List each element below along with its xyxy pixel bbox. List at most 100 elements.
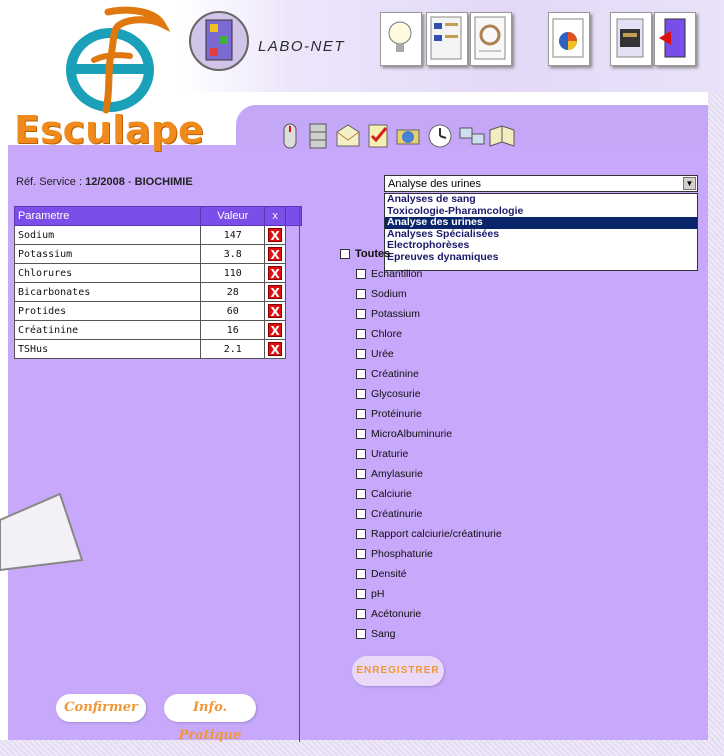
checkbox[interactable] bbox=[356, 389, 366, 400]
checklist-item[interactable]: Urée bbox=[356, 348, 394, 360]
checklist-label: Echantillon bbox=[371, 268, 423, 280]
help-book-icon[interactable] bbox=[488, 122, 516, 150]
checklist-label: Uraturie bbox=[371, 448, 409, 460]
delete-button[interactable]: X bbox=[264, 339, 286, 359]
checkbox[interactable] bbox=[356, 509, 366, 520]
checkbox[interactable] bbox=[356, 329, 366, 340]
table-header-row: Parametre Valeur x bbox=[13, 206, 303, 226]
chip-button[interactable] bbox=[610, 12, 652, 66]
checklist-label: MicroAlbuminurie bbox=[371, 428, 453, 440]
checklist-item[interactable]: Protéinurie bbox=[356, 408, 422, 420]
select-all-checkbox[interactable]: Toutes bbox=[340, 248, 390, 260]
right-border bbox=[708, 92, 724, 756]
analysis-option[interactable]: Toxicologie-Pharamcologie bbox=[385, 206, 697, 218]
param-value: 110 bbox=[200, 263, 266, 283]
select-all-label: Toutes bbox=[355, 248, 391, 260]
param-name: TSHus bbox=[13, 339, 202, 359]
analysis-dropdown: Analyses de sang Toxicologie-Pharamcolog… bbox=[384, 193, 698, 271]
folder-network-icon[interactable] bbox=[394, 122, 422, 150]
confirm-button[interactable]: Confirmer bbox=[56, 694, 146, 722]
mail-icon[interactable] bbox=[334, 122, 362, 150]
analysis-select[interactable]: Analyse des urines ▼ bbox=[384, 175, 698, 192]
checkbox[interactable] bbox=[356, 349, 366, 360]
pie-chart-button[interactable] bbox=[548, 12, 590, 66]
labo-net-icon[interactable] bbox=[188, 10, 250, 72]
checkbox[interactable] bbox=[356, 409, 366, 420]
checklist-item[interactable]: Créatinine bbox=[356, 368, 419, 380]
chevron-down-icon[interactable]: ▼ bbox=[683, 177, 696, 190]
checklist-item[interactable]: Densité bbox=[356, 568, 407, 580]
checklist-icon[interactable] bbox=[364, 122, 392, 150]
col-valeur: Valeur bbox=[200, 206, 266, 226]
spreadsheet-button[interactable] bbox=[470, 12, 512, 66]
checklist-label: Acétonurie bbox=[371, 608, 422, 620]
checkbox[interactable] bbox=[356, 269, 366, 280]
param-value: 147 bbox=[200, 225, 266, 245]
service-reference: Réf. Service : 12/2008 - BIOCHIMIE bbox=[16, 176, 193, 188]
mouse-icon[interactable] bbox=[276, 122, 304, 150]
save-button[interactable]: ENREGISTRER bbox=[352, 656, 444, 686]
delete-button[interactable]: X bbox=[264, 263, 286, 283]
computers-icon[interactable] bbox=[458, 122, 486, 150]
param-value: 16 bbox=[200, 320, 266, 340]
analysis-option[interactable]: Epreuves dynamiques bbox=[385, 252, 697, 264]
checklist-item[interactable]: Sodium bbox=[356, 288, 407, 300]
checklist-label: Calciurie bbox=[371, 488, 412, 500]
analysis-option[interactable]: Analyses Spécialisées bbox=[385, 229, 697, 241]
checkbox[interactable] bbox=[356, 489, 366, 500]
table-row: Sodium 147 X bbox=[13, 225, 302, 245]
checkbox[interactable] bbox=[356, 569, 366, 580]
info-pratique-button[interactable]: Info. Pratique bbox=[164, 694, 256, 743]
clock-icon[interactable] bbox=[426, 122, 454, 150]
checkbox[interactable] bbox=[356, 469, 366, 480]
checkbox[interactable] bbox=[356, 309, 366, 320]
checkbox[interactable] bbox=[356, 369, 366, 380]
checkbox[interactable] bbox=[356, 589, 366, 600]
checkbox[interactable] bbox=[356, 609, 366, 620]
checklist-item[interactable]: MicroAlbuminurie bbox=[356, 428, 452, 440]
checklist-label: Urée bbox=[371, 348, 394, 360]
delete-button[interactable]: X bbox=[264, 320, 286, 340]
analysis-option[interactable]: Analyses de sang bbox=[385, 194, 697, 206]
document-list-button[interactable] bbox=[426, 12, 468, 66]
exit-button[interactable] bbox=[654, 12, 696, 66]
checklist-label: Sodium bbox=[371, 288, 407, 300]
checklist-item[interactable]: Echantillon bbox=[356, 268, 422, 280]
checkbox[interactable] bbox=[340, 249, 350, 260]
checklist-item[interactable]: Rapport calciurie/créatinurie bbox=[356, 528, 502, 540]
checklist-item[interactable]: Phosphaturie bbox=[356, 548, 433, 560]
checklist-item[interactable]: Glycosurie bbox=[356, 388, 421, 400]
checklist-item[interactable]: Calciurie bbox=[356, 488, 412, 500]
checklist-label: Glycosurie bbox=[371, 388, 421, 400]
checkbox[interactable] bbox=[356, 549, 366, 560]
cabinet-icon[interactable] bbox=[304, 122, 332, 150]
checklist-item[interactable]: pH bbox=[356, 588, 384, 600]
checklist-item[interactable]: Sang bbox=[356, 628, 396, 640]
checklist-label: Chlore bbox=[371, 328, 402, 340]
checklist-item[interactable]: Amylasurie bbox=[356, 468, 423, 480]
speech-callout bbox=[0, 492, 84, 572]
checkbox[interactable] bbox=[356, 529, 366, 540]
checklist-label: pH bbox=[371, 588, 385, 600]
checklist-item[interactable]: Uraturie bbox=[356, 448, 408, 460]
checklist-item[interactable]: Potassium bbox=[356, 308, 420, 320]
checkbox[interactable] bbox=[356, 449, 366, 460]
checklist-item[interactable]: Créatinurie bbox=[356, 508, 422, 520]
checklist-label: Phosphaturie bbox=[371, 548, 433, 560]
delete-button[interactable]: X bbox=[264, 225, 286, 245]
exit-door-icon bbox=[659, 18, 686, 58]
checklist-item[interactable]: Chlore bbox=[356, 328, 402, 340]
analysis-option[interactable]: Electrophorèses bbox=[385, 240, 697, 252]
checkbox[interactable] bbox=[356, 289, 366, 300]
checkbox[interactable] bbox=[356, 429, 366, 440]
delete-button[interactable]: X bbox=[264, 282, 286, 302]
delete-button[interactable]: X bbox=[264, 244, 286, 264]
lightbulb-button[interactable] bbox=[380, 12, 422, 66]
checkbox[interactable] bbox=[356, 629, 366, 640]
checklist-item[interactable]: Acétonurie bbox=[356, 608, 421, 620]
delete-icon: X bbox=[268, 341, 283, 357]
analysis-option-selected[interactable]: Analyse des urines bbox=[385, 217, 697, 229]
delete-button[interactable]: X bbox=[264, 301, 286, 321]
service-dept: BIOCHIMIE bbox=[134, 176, 193, 188]
checklist-label: Potassium bbox=[371, 308, 421, 320]
